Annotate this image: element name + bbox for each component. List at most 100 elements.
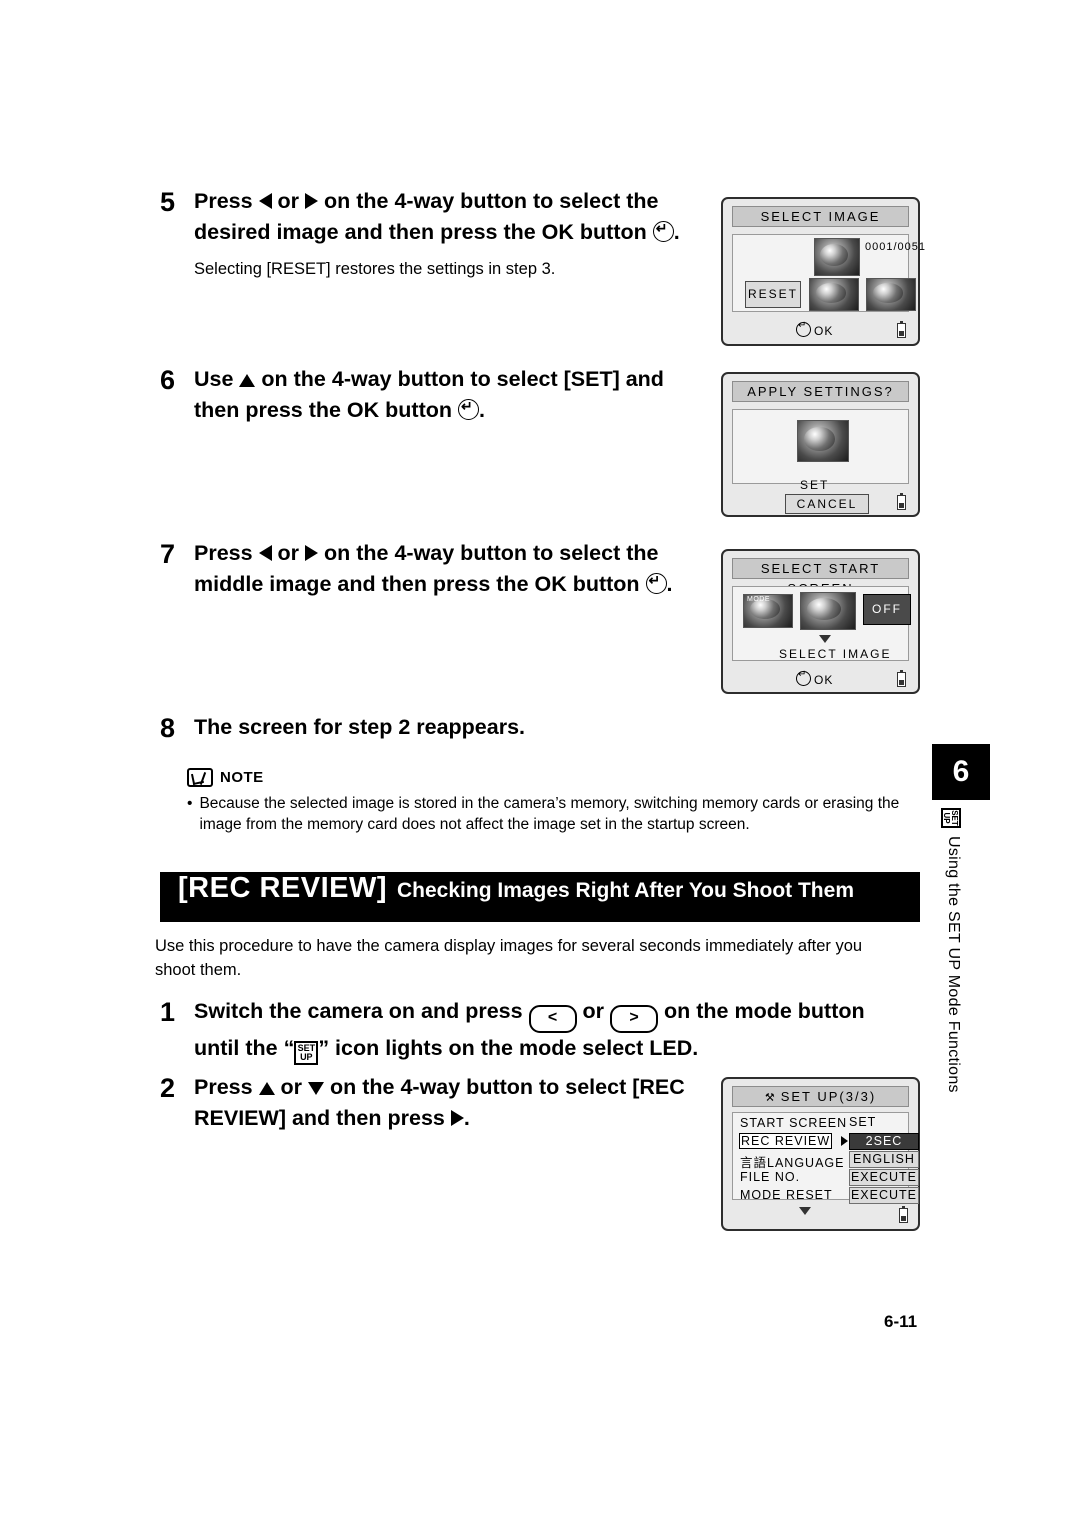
down-arrow-icon (308, 1082, 325, 1095)
step-5-text-part1: Press (194, 189, 259, 213)
right-arrow-icon (305, 193, 319, 209)
note-header: NOTE (187, 768, 902, 787)
note-label: NOTE (220, 769, 264, 786)
screen-setup-3-title: ⚒ SET UP(3/3) (732, 1086, 909, 1107)
start-screen-off-option[interactable]: OFF (863, 594, 911, 625)
note-text: Because the selected image is stored in … (199, 795, 900, 833)
section-title-sub: Checking Images Right After You Shoot Th… (397, 879, 854, 902)
mode-right-button-icon: > (610, 1005, 659, 1033)
step-7-text-part4: . (666, 572, 673, 596)
screen-apply-settings: APPLY SETTINGS? SET CANCEL (721, 372, 920, 517)
step-7-text-part2: or (271, 541, 306, 565)
step-5-text-part4: . (673, 220, 680, 244)
step-6-text-part1: Use (194, 367, 240, 391)
step-6-number: 6 (160, 365, 176, 395)
ok-button-icon (457, 397, 479, 420)
step-8: 8 The screen for step 2 reappears. (160, 712, 720, 744)
step-6-text-part2: on the 4-way button to select [SET] and … (194, 367, 664, 422)
start-screen-thumb-2[interactable] (800, 592, 856, 630)
wrench-icon: ⚒ (764, 1092, 777, 1104)
ok-button-icon (652, 219, 674, 242)
step2-2-part2: or (274, 1075, 309, 1099)
step-7-number: 7 (160, 539, 176, 569)
note-pencil-icon (187, 768, 213, 787)
step-6-text-part3: . (478, 398, 485, 422)
set-option[interactable]: SET (800, 478, 829, 492)
section-banner: [REC REVIEW] Checking Images Right After… (160, 872, 920, 922)
menu-row-mode-reset-label[interactable]: MODE RESET (740, 1188, 833, 1202)
ok-ring-icon (796, 319, 811, 337)
note-bullet: • (187, 795, 193, 812)
screen-select-image-title: SELECT IMAGE (732, 206, 909, 227)
menu-row-file-no-label[interactable]: FILE NO. (740, 1170, 800, 1184)
ok-hint: OK (796, 319, 834, 338)
reset-button[interactable]: RESET (745, 281, 801, 308)
sidebar-setup-icon: SET UP (941, 808, 961, 828)
chapter-tab: 6 (932, 744, 990, 800)
image-thumbnail-3[interactable] (866, 278, 916, 311)
mode-left-button-icon: < (528, 1005, 577, 1033)
scroll-down-icon (799, 1207, 811, 1215)
ok-hint-label: OK (814, 673, 834, 687)
ok-hint-label: OK (814, 324, 834, 338)
menu-row-rec-review-value[interactable]: 2SEC (849, 1133, 919, 1150)
image-thumbnail (814, 238, 860, 276)
menu-row-file-no-value[interactable]: EXECUTE (849, 1169, 919, 1186)
section-title-main: [REC REVIEW] (178, 872, 387, 904)
left-arrow-icon (258, 193, 272, 209)
setup-icon-bottom: UP (300, 1052, 313, 1062)
menu-row-language-value[interactable]: ENGLISH (849, 1151, 919, 1168)
battery-icon (897, 321, 906, 338)
menu-row-language-label[interactable]: 言語LANGUAGE (740, 1152, 844, 1171)
menu-row-start-screen-value[interactable]: SET (849, 1115, 919, 1132)
step2-2-number: 2 (160, 1073, 176, 1103)
menu-row-mode-reset-value[interactable]: EXECUTE (849, 1187, 919, 1204)
step-5-text-part2: or (271, 189, 306, 213)
menu-row-rec-review-label[interactable]: REC REVIEW (739, 1133, 833, 1149)
step2-1-text: Switch the camera on and press < or > on… (194, 996, 885, 1065)
setup-mode-icon: SET UP (294, 1041, 319, 1065)
step2-1-number: 1 (160, 997, 176, 1027)
battery-icon (897, 493, 906, 510)
up-arrow-icon (258, 1082, 275, 1095)
sidebar-chapter-title: Using the SET UP Mode Functions (945, 836, 962, 1093)
step2-1-part2: or (576, 999, 611, 1023)
screen-apply-settings-title: APPLY SETTINGS? (732, 381, 909, 402)
step2-2-text: Press or on the 4-way button to select [… (194, 1072, 705, 1134)
step-8-text: The screen for step 2 reappears. (194, 715, 526, 739)
step-7-text: Press or on the 4-way button to select t… (194, 538, 700, 600)
step-5-number: 5 (160, 187, 176, 217)
battery-icon (897, 670, 906, 687)
step2-1-part4: ” icon lights on the mode select LED. (318, 1036, 699, 1060)
section-intro: Use this procedure to have the camera di… (155, 937, 863, 979)
step2-2-part4: . (463, 1106, 470, 1130)
step-6-text: Use on the 4-way button to select [SET] … (194, 364, 700, 426)
step-5-text: Press or on the 4-way button to select t… (194, 186, 700, 281)
image-thumbnail-2[interactable] (809, 278, 859, 311)
battery-icon (899, 1206, 908, 1223)
screen-select-start-title: SELECT START SCREEN (732, 558, 909, 596)
menu-selection-arrow-icon (841, 1136, 848, 1146)
ok-ring-icon (796, 668, 811, 686)
right-arrow-icon (450, 1110, 464, 1126)
menu-row-start-screen-label[interactable]: START SCREEN (740, 1116, 847, 1130)
chapter-number: 6 (952, 755, 970, 788)
step2-2: 2 Press or on the 4-way button to select… (160, 1072, 705, 1134)
image-counter: 0001/0051 (865, 241, 926, 253)
screen-select-image: SELECT IMAGE 0001/0051 RESET OK (721, 197, 925, 346)
left-arrow-icon (258, 545, 272, 561)
note-body: • Because the selected image is stored i… (187, 793, 902, 835)
cancel-option[interactable]: CANCEL (785, 494, 869, 514)
step2-1: 1 Switch the camera on and press < or > … (160, 996, 885, 1065)
step2-2-part1: Press (194, 1075, 259, 1099)
ok-hint: OK (796, 668, 834, 687)
step2-1-part1: Switch the camera on and press (194, 999, 529, 1023)
step-7-text-part1: Press (194, 541, 259, 565)
step-8-number: 8 (160, 713, 176, 743)
screen-setup-3: ⚒ SET UP(3/3) START SCREEN SET REC REVIEW… (721, 1077, 920, 1231)
step-6: 6 Use on the 4-way button to select [SET… (160, 364, 700, 426)
note-block: NOTE • Because the selected image is sto… (187, 768, 902, 835)
image-thumbnail (797, 420, 849, 462)
step-5: 5 Press or on the 4-way button to select… (160, 186, 700, 281)
right-arrow-icon (305, 545, 319, 561)
